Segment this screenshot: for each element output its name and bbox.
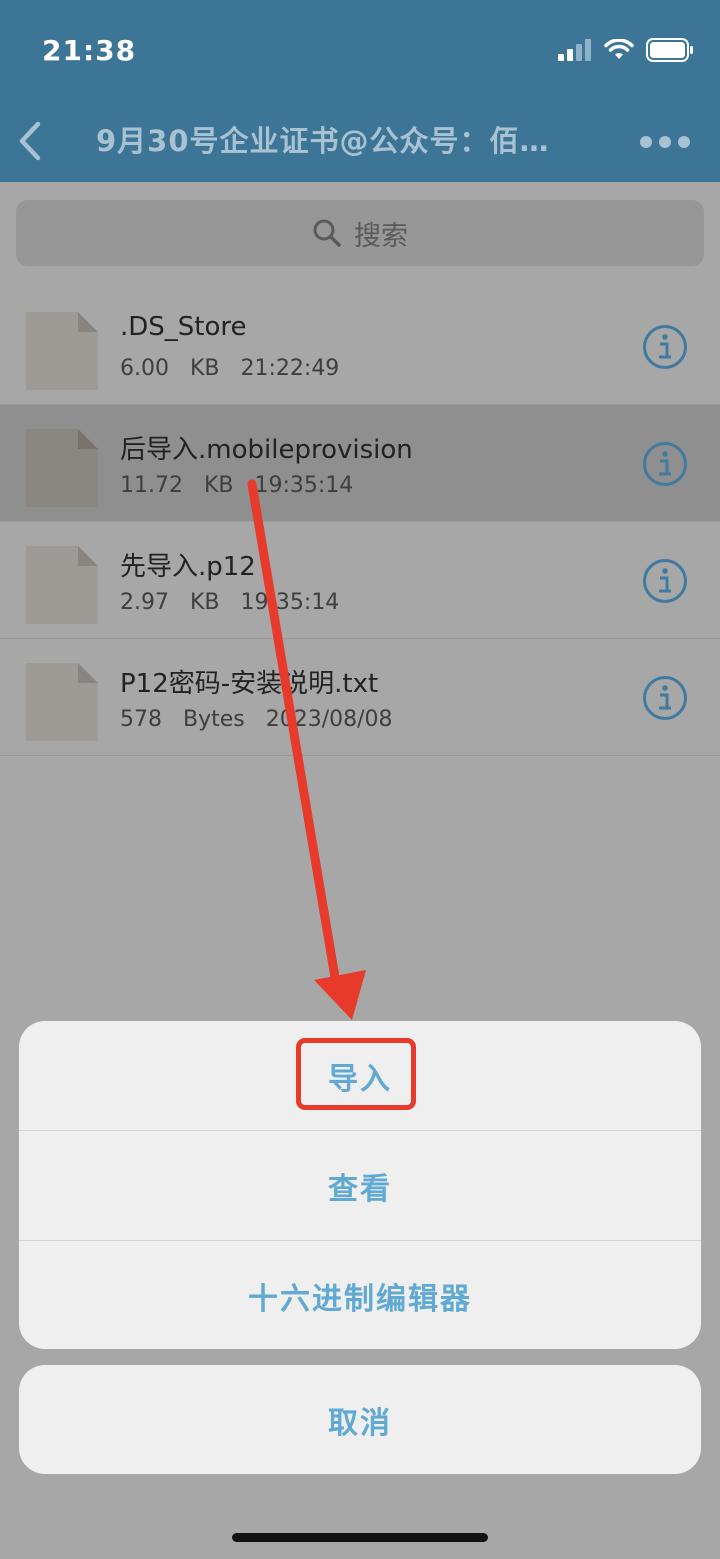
more-options-icon[interactable] — [640, 136, 690, 148]
file-meta: 2.97 KB 19:35:14 — [120, 590, 339, 615]
hex-editor-button[interactable]: 十六进制编辑器 — [19, 1241, 701, 1349]
info-icon[interactable] — [642, 441, 688, 487]
more-dot — [640, 136, 652, 148]
battery-icon — [646, 38, 693, 62]
back-chevron-icon[interactable] — [12, 116, 52, 166]
file-size: 11.72 KB — [120, 473, 234, 498]
file-size: 578 Bytes — [120, 707, 245, 732]
status-bar: 21:38 — [0, 0, 720, 100]
file-name: P12密码-安装说明.txt — [120, 669, 379, 699]
nav-bar: 9月30号企业证书@公众号：佰… — [0, 100, 720, 182]
wifi-icon — [604, 39, 634, 59]
search-icon — [313, 219, 341, 247]
highlight-box — [296, 1038, 416, 1110]
page-title: 9月30号企业证书@公众号：佰… — [96, 124, 550, 158]
action-sheet: 导入 查看 十六进制编辑器 — [19, 1021, 701, 1349]
view-button[interactable]: 查看 — [19, 1131, 701, 1240]
cellular-signal-icon — [558, 39, 591, 61]
more-dot — [678, 136, 690, 148]
file-time: 21:22:49 — [240, 356, 340, 381]
file-name: .DS_Store — [120, 312, 247, 342]
file-meta: 6.00 KB 21:22:49 — [120, 356, 339, 381]
more-dot — [659, 136, 671, 148]
file-time: 19:35:14 — [240, 590, 340, 615]
file-time: 2023/08/08 — [265, 707, 393, 732]
file-name: 后导入.mobileprovision — [120, 435, 413, 465]
info-icon[interactable] — [642, 675, 688, 721]
file-row[interactable]: .DS_Store 6.00 KB 21:22:49 — [0, 288, 720, 405]
home-indicator — [232, 1533, 488, 1542]
file-row-selected[interactable]: 后导入.mobileprovision 11.72 KB 19:35:14 — [0, 405, 720, 522]
status-time: 21:38 — [42, 34, 137, 67]
status-icons — [558, 38, 694, 62]
file-time: 19:35:14 — [254, 473, 354, 498]
info-icon[interactable] — [642, 324, 688, 370]
document-icon — [26, 546, 98, 624]
file-name: 先导入.p12 — [120, 552, 256, 582]
search-bar[interactable]: 搜索 — [16, 200, 704, 266]
file-list-screen: 搜索 .DS_Store 6.00 KB 21:22:49 后导入.mobile… — [0, 182, 720, 1559]
document-icon — [26, 663, 98, 741]
document-icon — [26, 312, 98, 390]
file-meta: 578 Bytes 2023/08/08 — [120, 707, 393, 732]
file-meta: 11.72 KB 19:35:14 — [120, 473, 353, 498]
file-size: 2.97 KB — [120, 590, 220, 615]
info-icon[interactable] — [642, 558, 688, 604]
file-size: 6.00 KB — [120, 356, 220, 381]
document-icon — [26, 429, 98, 507]
file-row[interactable]: 先导入.p12 2.97 KB 19:35:14 — [0, 522, 720, 639]
cancel-button[interactable]: 取消 — [19, 1365, 701, 1474]
file-row[interactable]: P12密码-安装说明.txt 578 Bytes 2023/08/08 — [0, 639, 720, 756]
search-placeholder: 搜索 — [354, 220, 408, 252]
